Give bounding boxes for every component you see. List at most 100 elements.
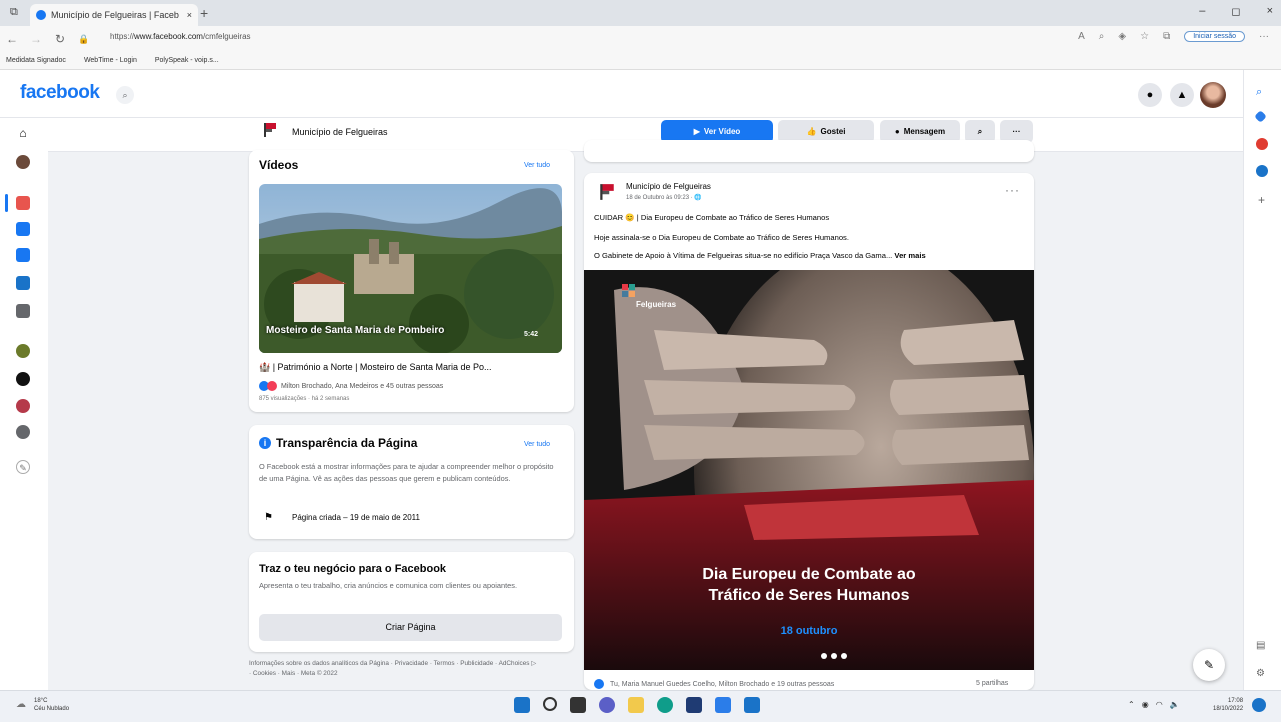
flag-icon: ⚑ — [264, 512, 273, 523]
weather-text: Céu Nublado — [34, 706, 70, 712]
maximize-button[interactable]: ◻ — [1231, 5, 1240, 18]
sidebar-office-icon[interactable] — [1256, 138, 1268, 150]
sidebar-layout-icon[interactable]: ▤ — [1256, 640, 1265, 651]
clock[interactable]: 17:08 18/10/2022 — [1213, 697, 1243, 713]
like-label: Gostei — [820, 127, 846, 136]
browser-menu-icon[interactable]: ··· — [1259, 31, 1269, 42]
page-footer-links[interactable]: Informações sobre os dados analíticos da… — [249, 659, 539, 679]
teams-icon[interactable] — [715, 697, 731, 713]
reload-icon[interactable]: ↻ — [48, 32, 72, 46]
system-tray: ⌃ ◉ ◠ 🔈 — [1128, 700, 1180, 709]
marketplace-icon[interactable] — [16, 248, 30, 262]
shortcut-avatar-3[interactable] — [16, 399, 30, 413]
post-shares[interactable]: 5 partilhas — [976, 680, 1008, 687]
search-icon[interactable]: ⌕ — [116, 86, 134, 104]
previous-post-card — [584, 140, 1034, 162]
sidebar-settings-icon[interactable]: ⚙ — [1256, 668, 1265, 679]
windows-start-icon[interactable] — [514, 697, 530, 713]
url-domain: www.facebook.com — [134, 32, 203, 41]
video-duration: 5:42 — [524, 331, 539, 338]
bookmark-item[interactable]: WebTime - Login — [84, 57, 137, 64]
url-prefix: https:// — [110, 32, 135, 41]
taskbar-apps — [514, 697, 760, 713]
love-reaction-icon — [267, 381, 277, 391]
volume-icon[interactable]: 🔈 — [1170, 700, 1180, 709]
video-reactions[interactable]: Milton Brochado, Ana Medeiros e 45 outra… — [259, 381, 443, 391]
page-name[interactable]: Município de Felgueiras — [292, 127, 388, 137]
weather-temp: 18°C — [34, 698, 48, 704]
sidebar-outlook-icon[interactable] — [1256, 165, 1268, 177]
pages-flag-icon[interactable] — [16, 196, 30, 210]
tab-title: Município de Felgueiras | Faceb — [51, 10, 179, 20]
new-message-icon[interactable]: ✎ — [1193, 649, 1225, 681]
shortcut-avatar-1[interactable] — [16, 344, 30, 358]
post-date[interactable]: 18 de Outubro às 09:23 · 🌐 — [626, 194, 702, 201]
groups-icon[interactable] — [16, 276, 30, 290]
facebook-logo[interactable]: facebook — [20, 82, 100, 104]
new-tab-button[interactable]: + — [200, 5, 208, 21]
menu-grid-icon[interactable] — [16, 304, 30, 318]
tray-app-icon[interactable]: ◉ — [1142, 700, 1149, 709]
task-view-icon[interactable] — [570, 697, 586, 713]
minimize-button[interactable]: – — [1199, 5, 1205, 18]
transparency-see-all-link[interactable]: Ver tudo — [524, 441, 550, 448]
store-icon[interactable] — [686, 697, 702, 713]
zoom-icon[interactable]: ⌕ — [1099, 31, 1105, 42]
like-reaction-icon — [594, 679, 604, 689]
shortcut-avatar-4[interactable] — [16, 425, 30, 439]
watch-icon[interactable] — [16, 222, 30, 236]
facebook-header — [0, 70, 1243, 118]
read-aloud-icon[interactable]: A — [1078, 31, 1085, 42]
post-image[interactable] — [584, 270, 1034, 670]
edit-shortcuts-icon[interactable]: ✎ — [16, 460, 30, 474]
business-title: Traz o teu negócio para o Facebook — [259, 563, 447, 575]
edge-sidebar — [1243, 70, 1281, 690]
user-avatar[interactable] — [1200, 82, 1226, 108]
collections-icon[interactable]: ⧉ — [1163, 31, 1170, 42]
bookmark-item[interactable]: Medidata Signadoc — [6, 57, 66, 64]
post-author-logo-icon[interactable] — [598, 183, 616, 201]
wifi-icon[interactable]: ◠ — [1156, 700, 1163, 709]
favorite-star-icon[interactable]: ☆ — [1140, 31, 1149, 42]
post-author[interactable]: Município de Felgueiras — [626, 182, 711, 191]
file-explorer-icon[interactable] — [628, 697, 644, 713]
post-options-button[interactable]: ··· — [1005, 183, 1020, 197]
edge-browser-icon[interactable] — [657, 697, 673, 713]
close-window-button[interactable]: × — [1267, 5, 1273, 18]
page-created-date: Página criada – 19 de maio de 2011 — [292, 513, 420, 522]
post-reactions[interactable]: Tu, Maria Manuel Guedes Coelho, Milton B… — [594, 679, 834, 689]
see-more-link[interactable]: Ver mais — [894, 251, 925, 260]
forward-icon[interactable]: → — [24, 32, 48, 46]
search-icon[interactable] — [543, 697, 557, 711]
tab-actions-icon[interactable]: ⧉ — [10, 6, 18, 19]
address-bar[interactable]: https://www.facebook.com/cmfelgueiras — [110, 32, 251, 41]
shortcut-avatar-2[interactable] — [16, 372, 30, 386]
video-title[interactable]: 🏰 | Património a Norte | Mosteiro de San… — [259, 362, 491, 373]
notification-center-icon[interactable] — [1252, 698, 1266, 712]
weather-cloud-icon: ☁ — [16, 699, 26, 710]
sign-in-button[interactable]: Iniciar sessão — [1184, 31, 1245, 42]
create-page-button[interactable]: Criar Página — [259, 614, 562, 641]
messenger-icon[interactable]: ● — [1138, 83, 1162, 107]
notifications-bell-icon[interactable]: ▲ — [1170, 83, 1194, 107]
home-icon[interactable]: ⌂ — [16, 126, 30, 140]
message-label: Mensagem — [903, 127, 946, 136]
lock-icon: 🔒 — [78, 33, 90, 44]
tray-chevron-icon[interactable]: ⌃ — [1128, 700, 1135, 709]
extension-icon[interactable]: ◈ — [1118, 31, 1126, 42]
chat-icon[interactable] — [599, 697, 615, 713]
back-icon[interactable]: ← — [0, 32, 24, 46]
browser-tab[interactable]: Município de Felgueiras | Faceb × — [30, 4, 198, 26]
outlook-icon[interactable] — [744, 697, 760, 713]
profile-icon[interactable] — [16, 155, 30, 169]
transparency-title-text: Transparência da Página — [276, 436, 418, 450]
weather-widget[interactable]: 18°C Céu Nublado — [34, 697, 69, 713]
video-caption: Mosteiro de Santa Maria de Pombeiro — [266, 325, 445, 336]
sidebar-search-icon[interactable]: ⌕ — [1256, 86, 1268, 98]
bookmarks-bar: Medidata Signadoc WebTime - Login PolySp… — [0, 52, 1281, 70]
sidebar-add-icon[interactable]: + — [1258, 193, 1265, 207]
messenger-small-icon: ● — [894, 127, 900, 136]
videos-see-all-link[interactable]: Ver tudo — [524, 162, 550, 169]
close-tab-icon[interactable]: × — [187, 10, 192, 20]
bookmark-item[interactable]: PolySpeak - voip.s... — [155, 57, 219, 64]
